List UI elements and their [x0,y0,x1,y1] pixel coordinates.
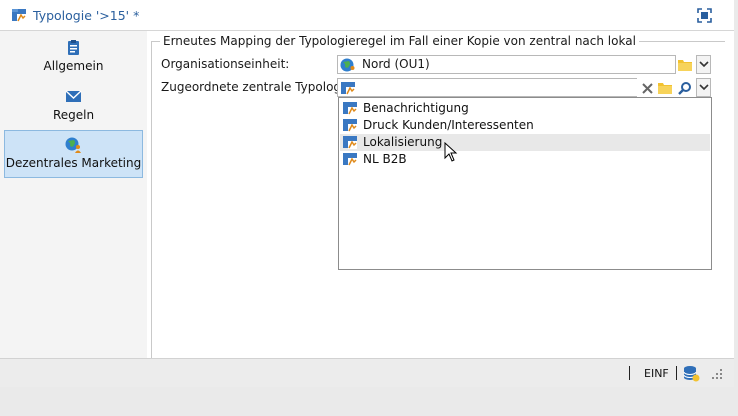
sidebar-item-label: Allgemein [43,59,104,73]
clear-icon[interactable] [641,82,654,95]
typology-folder-icon [341,82,355,95]
folder-icon[interactable] [677,58,693,72]
typology-folder-icon [343,136,357,149]
typology-window: Typologie '>15' * Allgemein Regeln Dezen… [0,0,734,387]
sidebar-item-allgemein[interactable]: Allgemein [4,37,143,77]
group-title: Erneutes Mapping der Typologieregel im F… [160,34,639,48]
typology-input[interactable] [358,79,634,96]
org-unit-value: Nord (OU1) [362,57,430,71]
title-bar: Typologie '>15' * [0,0,734,31]
list-item-label: Druck Kunden/Interessenten [363,118,534,132]
list-item[interactable]: Benachrichtigung [340,100,710,117]
typology-folder-icon [343,102,357,115]
window-title: Typologie '>15' * [33,8,140,23]
list-item-label: Lokalisierung [363,135,443,149]
typology-dropdown-button[interactable] [696,78,711,97]
typology-field[interactable] [337,78,637,97]
maximize-icon[interactable] [696,7,713,24]
status-bar: EINF [0,358,734,387]
sidebar-item-dezentrales-marketing[interactable]: Dezentrales Marketing [4,130,143,178]
status-separator [676,366,677,380]
insert-mode-indicator: EINF [644,367,669,380]
envelope-icon [65,90,82,102]
sidebar: Allgemein Regeln Dezentrales Marketing [0,31,147,358]
list-item[interactable]: Lokalisierung [340,134,710,151]
search-icon[interactable] [677,81,692,96]
typology-dropdown-list: Benachrichtigung Druck Kunden/Interessen… [338,97,712,270]
typology-folder-icon [12,9,26,22]
typology-folder-icon [343,153,357,166]
clipboard-icon [68,40,79,55]
typology-folder-icon [343,119,357,132]
chevron-down-icon [699,61,709,68]
typology-label: Zugeordnete zentrale Typologie: [161,80,356,94]
list-item-label: Benachrichtigung [363,101,469,115]
list-item-label: NL B2B [363,152,407,166]
sidebar-item-label: Dezentrales Marketing [5,156,142,170]
list-item[interactable]: NL B2B [340,151,710,168]
chevron-down-icon [699,84,709,91]
sidebar-item-regeln[interactable]: Regeln [4,86,143,126]
folder-icon[interactable] [657,81,673,95]
org-unit-field[interactable]: Nord (OU1) [337,55,676,74]
list-item[interactable]: Druck Kunden/Interessenten [340,117,710,134]
resize-grip-icon[interactable] [711,368,723,380]
org-unit-dropdown-button[interactable] [696,55,711,74]
globe-person-icon [65,137,81,153]
database-icon[interactable] [683,365,700,382]
globe-icon [340,58,355,72]
org-unit-label: Organisationseinheit: [161,57,290,71]
status-separator [629,366,630,380]
sidebar-item-label: Regeln [52,108,95,122]
